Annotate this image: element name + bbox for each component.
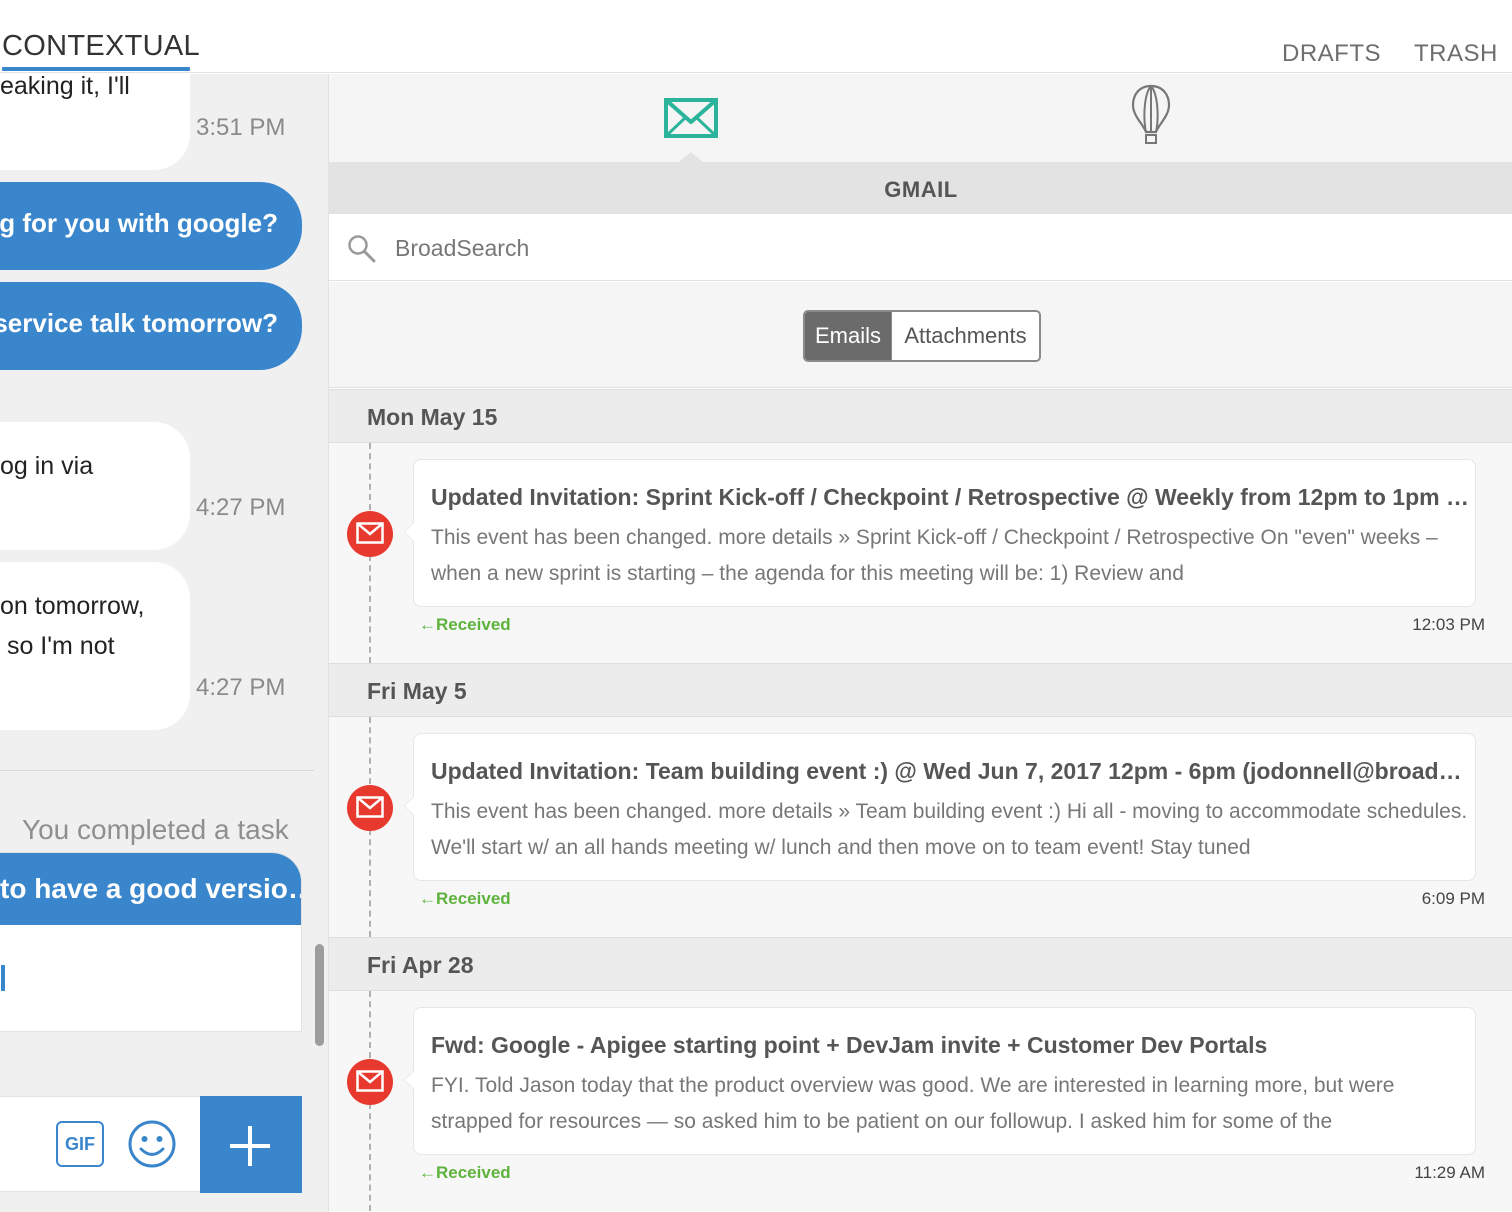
email-card[interactable]: Fwd: Google - Apigee starting point + De… [404, 1007, 1476, 1155]
top-bar: CONTEXTUAL DRAFTS TRASH [0, 0, 1512, 73]
search-input[interactable] [395, 230, 1475, 266]
segment-emails[interactable]: Emails [805, 312, 891, 360]
segment-area: Emails Attachments [329, 282, 1512, 388]
task-card-text-cursor [1, 965, 5, 991]
chat-message-incoming[interactable]: on tomorrow, so I'm not [0, 562, 190, 730]
search-icon [347, 234, 377, 269]
email-status: ←Received [419, 615, 511, 634]
active-tab-indicator [2, 67, 190, 71]
chat-message-time: 3:51 PM [196, 114, 286, 141]
chat-composer: GIF [0, 1096, 302, 1193]
segment-attachments[interactable]: Attachments [891, 312, 1039, 360]
active-source-caret [679, 152, 703, 162]
chat-message-outgoing[interactable]: ing for you with google? [0, 182, 302, 270]
chat-pane: eaking it, I'll 3:51 PM ing for you with… [0, 74, 328, 1212]
chat-message-time: 4:27 PM [196, 494, 286, 521]
tab-drafts[interactable]: DRAFTS [1282, 40, 1381, 68]
email-item[interactable]: Updated Invitation: Sprint Kick-off / Ch… [329, 443, 1512, 663]
divider [0, 770, 314, 771]
email-card[interactable]: Updated Invitation: Team building event … [404, 733, 1476, 881]
chat-scrollbar[interactable] [315, 944, 324, 1046]
date-header: Fri Apr 28 [329, 937, 1512, 991]
date-header: Mon May 15 [329, 389, 1512, 443]
add-button[interactable] [200, 1096, 302, 1193]
chat-message-outgoing[interactable]: e service talk tomorrow? [0, 282, 302, 370]
task-completed-notice: You completed a task [22, 814, 289, 845]
email-card[interactable]: Updated Invitation: Sprint Kick-off / Ch… [404, 459, 1476, 607]
chat-message-text: eaking it, I'll [0, 74, 130, 100]
email-subject: Updated Invitation: Sprint Kick-off / Ch… [431, 484, 1471, 510]
date-label: Mon May 15 [367, 404, 498, 430]
email-subject: Fwd: Google - Apigee starting point + De… [431, 1032, 1268, 1058]
chat-message-text: e service talk tomorrow? [0, 308, 278, 338]
email-time: 12:03 PM [1412, 615, 1485, 634]
search-bar [329, 214, 1512, 281]
email-status: ←Received [419, 1163, 511, 1182]
mail-pane: GMAIL Emails Attachments Mon May 15 Upda… [328, 74, 1512, 1212]
date-label: Fri Apr 28 [367, 952, 474, 978]
email-snippet: This event has been changed. more detail… [431, 800, 1468, 859]
chat-message-text: so I'm not [0, 632, 115, 660]
chat-message-incoming[interactable]: eaking it, I'll [0, 74, 190, 170]
mail-badge-icon [347, 511, 393, 557]
tab-trash[interactable]: TRASH [1414, 40, 1498, 68]
email-status: ←Received [419, 889, 511, 908]
email-time: 6:09 PM [1421, 889, 1485, 908]
chat-message-text: og in via [0, 452, 94, 480]
emoji-icon[interactable] [127, 1119, 177, 1169]
chat-message-incoming[interactable]: og in via [0, 422, 190, 550]
mail-badge-icon [347, 785, 393, 831]
segmented-control: Emails Attachments [803, 310, 1041, 362]
task-card[interactable]: to have a good versio… [0, 852, 302, 1032]
source-header: GMAIL [329, 162, 1512, 214]
date-label: Fri May 5 [367, 678, 467, 704]
email-subject: Updated Invitation: Team building event … [431, 758, 1471, 784]
email-time: 11:29 AM [1414, 1163, 1485, 1182]
gif-button[interactable]: GIF [56, 1121, 104, 1167]
email-item[interactable]: Fwd: Google - Apigee starting point + De… [329, 991, 1512, 1211]
envelope-icon[interactable] [664, 98, 718, 143]
date-header: Fri May 5 [329, 663, 1512, 717]
hot-air-balloon-icon[interactable] [1131, 84, 1171, 151]
chat-message-time: 4:27 PM [196, 674, 286, 701]
email-snippet: FYI. Told Jason today that the product o… [431, 1074, 1395, 1133]
source-title: GMAIL [884, 177, 958, 202]
email-item[interactable]: Updated Invitation: Team building event … [329, 717, 1512, 937]
plus-icon [230, 1126, 270, 1166]
task-card-header: to have a good versio… [0, 853, 302, 925]
chat-message-text: ing for you with google? [0, 208, 278, 238]
chat-message-text: on tomorrow, [0, 592, 145, 620]
source-tabs [329, 74, 1512, 162]
mail-badge-icon [347, 1059, 393, 1105]
email-snippet: This event has been changed. more detail… [431, 526, 1438, 585]
task-card-title: to have a good versio… [0, 873, 302, 904]
tab-contextual[interactable]: CONTEXTUAL [2, 30, 200, 63]
